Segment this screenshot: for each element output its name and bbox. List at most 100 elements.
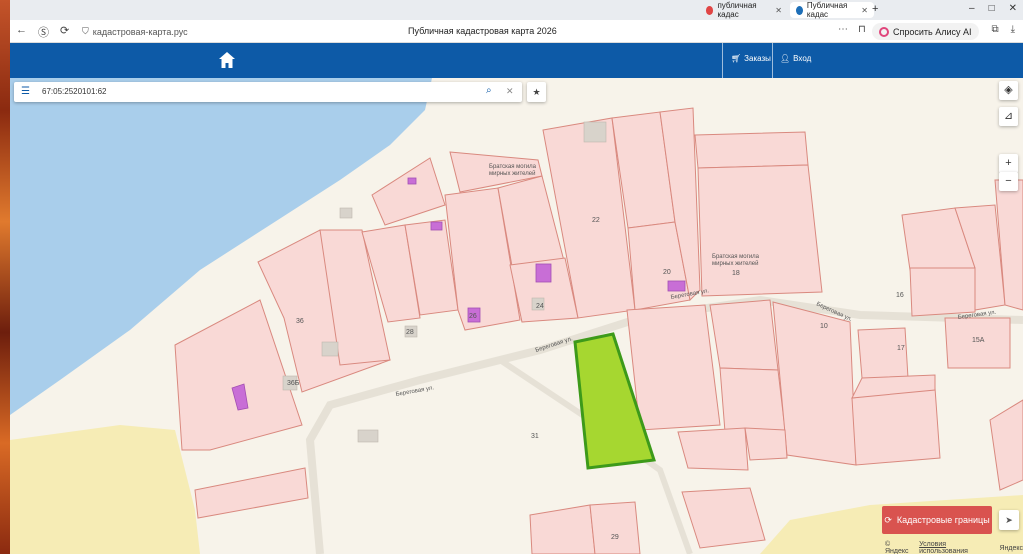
parcel-number: 29 — [611, 534, 619, 541]
refresh-icon: ⟳ — [884, 514, 892, 525]
location-arrow-icon: ➤ — [1005, 515, 1013, 525]
login-label: Вход — [793, 54, 812, 63]
map-attribution: © Яндекс Условия использования Яндекс — [885, 541, 1023, 554]
parcel — [677, 427, 749, 471]
maximize-button[interactable]: □ — [989, 3, 995, 14]
parcel — [681, 487, 766, 549]
parcel — [174, 299, 303, 451]
parcel-number: 24 — [536, 303, 544, 310]
browser-tab-bar: публичная кадас ✕ Публичная кадас ✕ + – … — [10, 0, 1023, 20]
parcel — [371, 157, 446, 226]
parcel — [744, 427, 788, 461]
star-icon: ★ — [532, 87, 541, 97]
parcel — [851, 387, 941, 466]
menu-icon[interactable]: ☰ — [21, 86, 30, 97]
building — [535, 263, 552, 283]
map-label-memorial-1: Братская могила — [489, 164, 537, 170]
parcel — [909, 267, 976, 317]
site-header: 🛒︎ Заказы 👤︎ Вход — [10, 43, 1023, 78]
zoom-out-button[interactable]: − — [999, 172, 1018, 191]
browser-extra-tools: ⧉ ⤓ — [991, 24, 1015, 35]
building — [667, 280, 686, 292]
browser-tab-active[interactable]: Публичная кадас ✕ — [790, 1, 874, 19]
field-area-left — [10, 425, 200, 554]
parcel-number: 10 — [820, 323, 828, 330]
measure-button[interactable]: ⊿ — [999, 107, 1018, 126]
tab-favicon-icon — [706, 5, 714, 15]
window-controls: – □ ✕ — [969, 3, 1017, 14]
parcel — [626, 304, 721, 431]
url-field[interactable]: ⛉ кадастровая-карта.рус — [82, 23, 212, 40]
parcel — [857, 327, 909, 379]
parcel-number: 26 — [469, 313, 477, 320]
search-icon[interactable]: ⌕ — [486, 85, 492, 96]
alice-icon — [879, 26, 889, 37]
more-icon[interactable]: ⋯ — [838, 24, 848, 35]
cadastral-search-box: ☰ 67:05:2520101:62 ⌕ ✕ — [14, 82, 522, 102]
parcel-number: 18 — [732, 270, 740, 277]
close-tab-icon[interactable]: ✕ — [775, 6, 782, 15]
structure — [321, 341, 339, 357]
back-arrow-icon[interactable]: ← — [16, 24, 27, 36]
extensions-icon[interactable]: ⧉ — [991, 24, 998, 35]
browser-tab[interactable]: публичная кадас ✕ — [700, 1, 788, 19]
parcel-number: 28 — [406, 329, 414, 336]
structure — [583, 121, 607, 143]
layers-button[interactable]: ◈ — [999, 81, 1018, 100]
parcel-number: 36Б — [287, 380, 300, 387]
bookmark-icon[interactable]: ⊓ — [858, 24, 866, 35]
ask-alice-label: Спросить Алису AI — [893, 26, 972, 37]
desktop-wallpaper-strip — [0, 0, 10, 554]
parcel-number: 36 — [296, 318, 304, 325]
download-icon[interactable]: ⤓ — [1011, 24, 1015, 35]
map-label-memorial-1b: мирных жителей — [489, 170, 535, 177]
home-icon[interactable] — [218, 51, 236, 69]
parcel — [719, 367, 786, 433]
cart-icon: 🛒︎ — [731, 54, 742, 63]
tab-favicon-icon — [796, 5, 803, 15]
cadastral-map[interactable]: Братская могила мирных жителей Братская … — [10, 78, 1023, 554]
tab-title: публичная кадас — [717, 1, 757, 19]
map-label-memorial-2: Братская могила — [712, 254, 760, 260]
close-tab-icon[interactable]: ✕ — [861, 6, 868, 15]
close-window-button[interactable]: ✕ — [1009, 3, 1017, 14]
user-icon: 👤︎ — [780, 54, 791, 63]
ruler-icon: ⊿ — [1003, 110, 1014, 122]
search-input[interactable]: 67:05:2520101:62 — [42, 87, 107, 96]
building — [407, 177, 417, 185]
login-button[interactable]: 👤︎ Вход — [780, 54, 811, 63]
layers-icon: ◈ — [1004, 84, 1013, 96]
new-tab-button[interactable]: + — [872, 3, 878, 15]
cadastral-borders-label: Кадастровые границы — [896, 515, 990, 525]
protect-icon[interactable]: Ⓢ — [38, 24, 49, 40]
reload-icon[interactable]: ⟳ — [60, 24, 69, 37]
locate-button[interactable]: ➤ — [999, 510, 1019, 530]
orders-label: Заказы — [744, 54, 771, 63]
structure — [357, 429, 379, 443]
parcel-number: 31 — [531, 433, 539, 440]
cadastral-borders-button[interactable]: ⟳ Кадастровые границы — [882, 506, 992, 534]
parcel — [694, 131, 809, 169]
parcel-number: 17 — [897, 345, 905, 352]
parcel — [589, 501, 641, 554]
parcel-number: 22 — [592, 217, 600, 224]
minimize-button[interactable]: – — [969, 3, 975, 14]
terms-link[interactable]: Условия использования — [919, 541, 995, 554]
yandex-copyright: © Яндекс — [885, 541, 909, 554]
map-label-memorial-2b: мирных жителей — [712, 260, 758, 267]
zoom-in-button[interactable]: + — [999, 154, 1018, 173]
clear-icon[interactable]: ✕ — [506, 86, 514, 97]
parcel — [697, 164, 823, 297]
orders-button[interactable]: 🛒︎ Заказы — [731, 54, 771, 63]
parcel-number: 15А — [972, 337, 985, 344]
ask-alice-button[interactable]: Спросить Алису AI — [872, 23, 979, 40]
tab-title: Публичная кадас — [806, 1, 848, 19]
map-canvas[interactable]: Братская могила мирных жителей Братская … — [10, 78, 1023, 554]
address-tools: ⋯ ⊓ — [838, 24, 866, 35]
parcel — [989, 399, 1023, 491]
building — [430, 221, 443, 231]
parcel-number: 16 — [896, 292, 904, 299]
browser-toolbar: ← Ⓢ ⟳ ⛉ кадастровая-карта.рус Публичная … — [10, 20, 1023, 43]
favorites-button[interactable]: ★ — [527, 82, 546, 102]
yandex-logo: Яндекс — [999, 544, 1023, 552]
